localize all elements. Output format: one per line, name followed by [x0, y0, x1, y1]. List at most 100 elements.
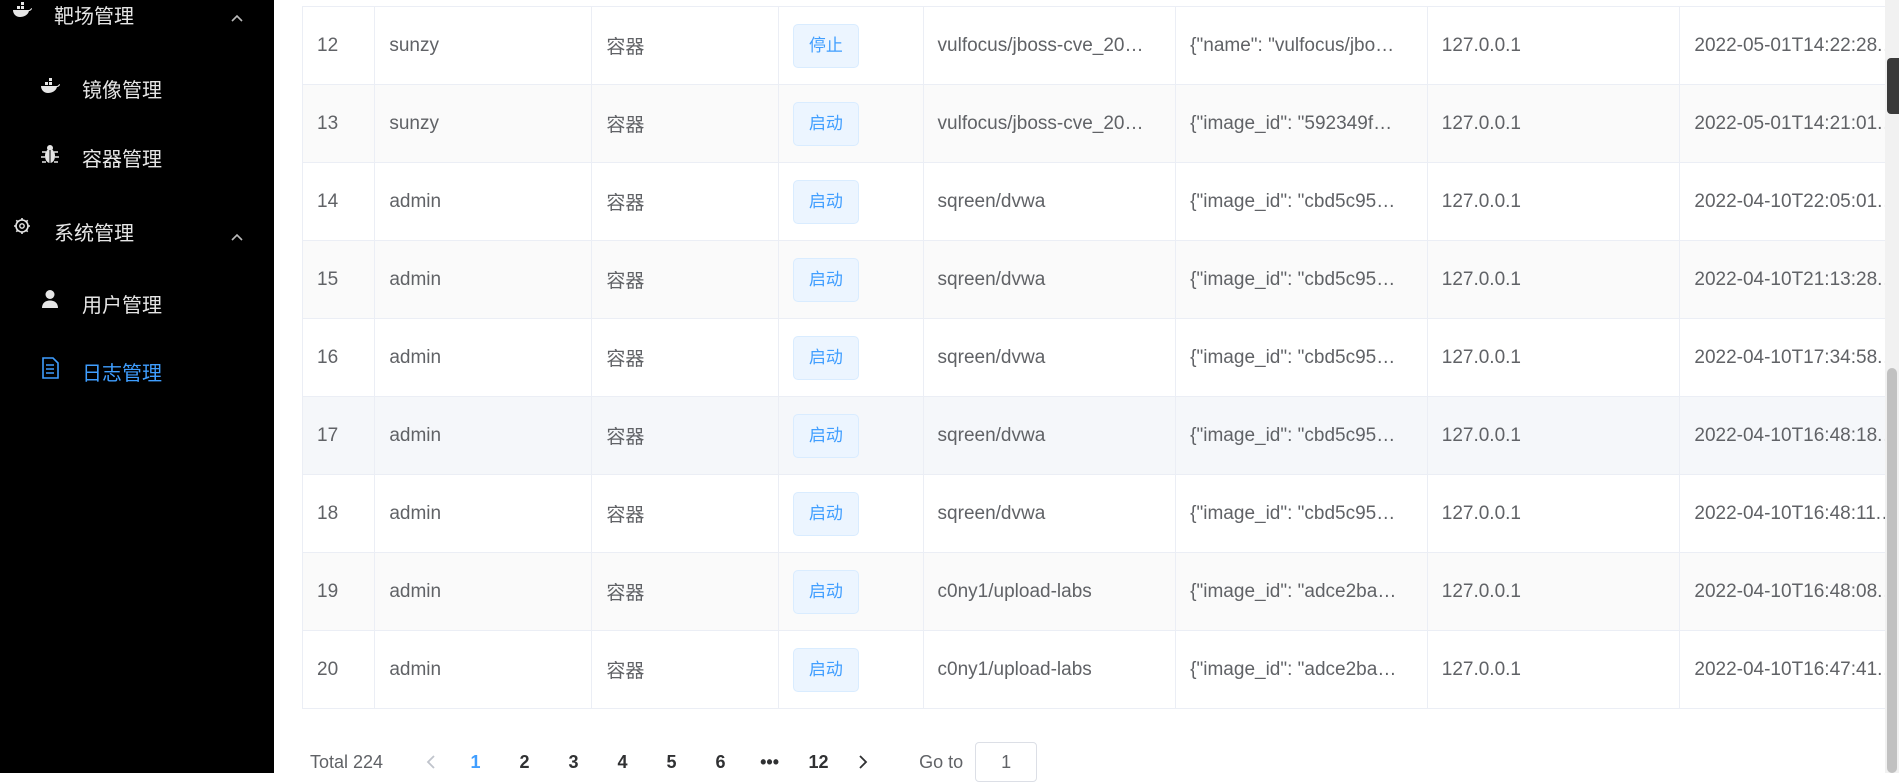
cell-ip: 127.0.0.1 — [1427, 163, 1680, 241]
table-row[interactable]: 13sunzy容器启动vulfocus/jboss-cve_20…{"image… — [303, 85, 1899, 163]
cell-target: sqreen/dvwa — [923, 397, 1176, 475]
cell-target: sqreen/dvwa — [923, 163, 1176, 241]
cell-type: 容器 — [592, 85, 779, 163]
cell-type: 容器 — [592, 397, 779, 475]
cell-info: {"image_id": "cbd5c95… — [1176, 241, 1428, 319]
goto-page-input[interactable] — [975, 742, 1037, 782]
cell-id: 14 — [303, 163, 375, 241]
cell-user: admin — [375, 553, 592, 631]
sidebar-item-user-management[interactable]: 用户管理 — [0, 273, 274, 329]
sidebar-item-label: 系统管理 — [54, 217, 134, 246]
action-tag: 启动 — [793, 258, 859, 302]
cell-id: 15 — [303, 241, 375, 319]
cell-target: vulfocus/jboss-cve_20… — [923, 85, 1176, 163]
chevron-left-icon — [426, 754, 436, 770]
cell-info: {"image_id": "adce2ba… — [1176, 553, 1428, 631]
side-handle[interactable] — [1887, 58, 1899, 114]
cell-user: sunzy — [375, 85, 592, 163]
sidebar-item-log-management[interactable]: 日志管理 — [0, 341, 274, 397]
page-4-button[interactable]: 4 — [598, 752, 647, 773]
action-tag: 启动 — [793, 336, 859, 380]
page-5-button[interactable]: 5 — [647, 752, 696, 773]
table-row[interactable]: 16admin容器启动 sqreen/dvwa{"image_id": "cbd5… — [303, 319, 1899, 397]
cell-info: {"name": "vulfocus/jbo… — [1176, 7, 1428, 85]
action-tag: 启动 — [793, 648, 859, 692]
chevron-up-icon — [230, 223, 244, 247]
cell-time: 2022-04-10T17:34:58.… — [1680, 319, 1899, 397]
table-row[interactable]: 19admin容器启动c0ny1/upload-labs{"image_id":… — [303, 553, 1899, 631]
cell-type: 容器 — [592, 553, 779, 631]
cell-ip: 127.0.0.1 — [1427, 475, 1680, 553]
cell-ip: 127.0.0.1 — [1427, 7, 1680, 85]
cell-id: 16 — [303, 319, 375, 397]
sidebar: 靶场管理 镜像管理 容器管理 系统管理 用户管理 日 — [0, 0, 274, 773]
more-pages-button[interactable]: ••• — [745, 752, 794, 773]
cell-id: 17 — [303, 397, 375, 475]
cell-id: 12 — [303, 7, 375, 85]
next-page-button[interactable] — [843, 754, 883, 770]
sidebar-item-label: 镜像管理 — [82, 74, 162, 103]
cell-action: 停止 — [778, 7, 923, 85]
sidebar-item-system-management[interactable]: 系统管理 — [0, 201, 274, 257]
cell-type: 容器 — [592, 631, 779, 709]
cell-target: vulfocus/jboss-cve_20… — [923, 7, 1176, 85]
cell-id: 19 — [303, 553, 375, 631]
action-tag: 启动 — [793, 414, 859, 458]
cell-action: 启动 — [778, 475, 923, 553]
cell-action: 启动 — [778, 397, 923, 475]
chevron-right-icon — [858, 754, 868, 770]
cell-info: {"image_id": "cbd5c95… — [1176, 397, 1428, 475]
table-row[interactable]: 12sunzy容器停止vulfocus/jboss-cve_20…{"name"… — [303, 7, 1899, 85]
table-row[interactable]: 18admin容器启动sqreen/dvwa{"image_id": "cbd5… — [303, 475, 1899, 553]
page-1-button[interactable]: 1 — [451, 752, 500, 773]
sidebar-item-range-management[interactable]: 靶场管理 — [0, 0, 274, 42]
cell-ip: 127.0.0.1 — [1427, 85, 1680, 163]
page-6-button[interactable]: 6 — [696, 752, 745, 773]
cell-ip: 127.0.0.1 — [1427, 319, 1680, 397]
cell-user: admin — [375, 475, 592, 553]
cell-info: {"image_id": "cbd5c95… — [1176, 319, 1428, 397]
cell-action: 启动 — [778, 163, 923, 241]
cell-info: {"image_id": "592349f… — [1176, 85, 1428, 163]
cell-info: {"image_id": "adce2ba… — [1176, 631, 1428, 709]
scrollbar[interactable] — [1885, 0, 1899, 773]
main-content: 12sunzy容器停止vulfocus/jboss-cve_20…{"name"… — [274, 0, 1899, 773]
cell-action: 启动 — [778, 553, 923, 631]
cell-user: admin — [375, 397, 592, 475]
cell-target: sqreen/dvwa — [923, 475, 1176, 553]
cell-user: admin — [375, 241, 592, 319]
total-count: Total 224 — [310, 752, 383, 773]
docker-icon — [40, 78, 62, 94]
table-row[interactable]: 15admin容器启动sqreen/dvwa{"image_id": "cbd5… — [303, 241, 1899, 319]
cell-type: 容器 — [592, 319, 779, 397]
cell-time: 2022-04-10T16:48:08.… — [1680, 553, 1899, 631]
goto-page: Go to — [919, 742, 1037, 782]
cell-time: 2022-04-10T16:48:11.… — [1680, 475, 1899, 553]
cell-time: 2022-05-01T14:21:01.… — [1680, 85, 1899, 163]
page-12-button[interactable]: 12 — [794, 752, 843, 773]
cell-ip: 127.0.0.1 — [1427, 397, 1680, 475]
action-tag: 启动 — [793, 180, 859, 224]
cell-time: 2022-04-10T21:13:28.… — [1680, 241, 1899, 319]
cell-type: 容器 — [592, 475, 779, 553]
table-row[interactable]: 14admin容器启动sqreen/dvwa{"image_id": "cbd5… — [303, 163, 1899, 241]
page-3-button[interactable]: 3 — [549, 752, 598, 773]
docker-icon — [12, 2, 34, 18]
cell-target: sqreen/dvwa — [923, 319, 1176, 397]
table-row[interactable]: 20admin容器启动c0ny1/upload-labs{"image_id":… — [303, 631, 1899, 709]
cell-user: admin — [375, 163, 592, 241]
table-row[interactable]: 17admin容器启动 sqreen/dvwa{"image_id": "cbd5… — [303, 397, 1899, 475]
sidebar-item-container-management[interactable]: 容器管理 — [0, 127, 274, 183]
cell-user: admin — [375, 319, 592, 397]
scrollbar-thumb[interactable] — [1887, 368, 1897, 773]
cell-time: 2022-04-10T22:05:01.… — [1680, 163, 1899, 241]
cell-info: {"image_id": "cbd5c95… — [1176, 163, 1428, 241]
prev-page-button[interactable] — [411, 754, 451, 770]
cell-time: 2022-04-10T16:47:41.… — [1680, 631, 1899, 709]
document-icon — [41, 357, 59, 379]
page-2-button[interactable]: 2 — [500, 752, 549, 773]
cell-action: 启动 — [778, 631, 923, 709]
bug-icon — [40, 143, 60, 165]
action-tag: 启动 — [793, 570, 859, 614]
sidebar-item-image-management[interactable]: 镜像管理 — [0, 58, 274, 114]
